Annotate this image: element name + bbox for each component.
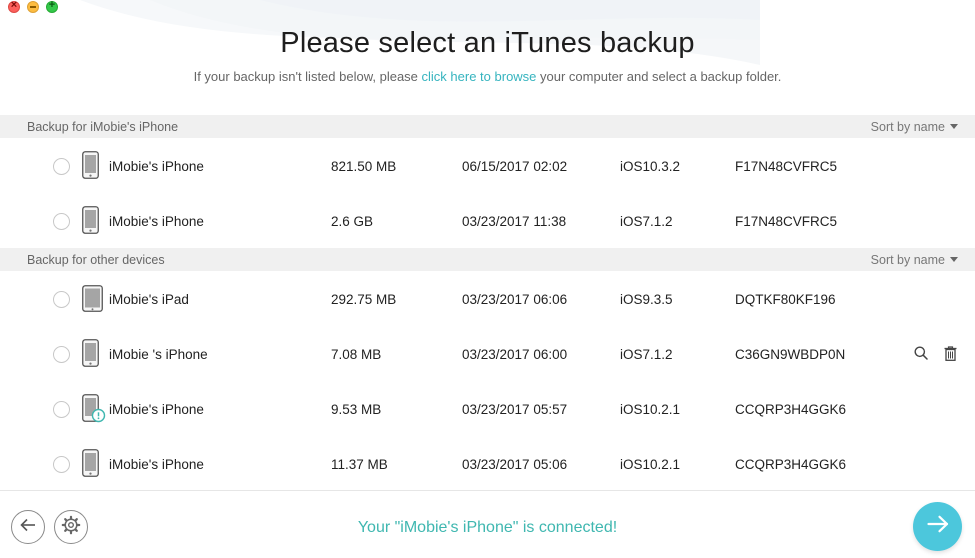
ios-version: iOS7.1.2 (620, 347, 673, 362)
maximize-window-button[interactable] (46, 0, 58, 13)
backup-size: 11.37 MB (331, 457, 388, 472)
serial-number: F17N48CVFRC5 (735, 159, 838, 174)
backup-row[interactable]: iMobie's iPhone 2.6 GB 03/23/2017 11:38 … (0, 194, 975, 249)
iphone-icon (82, 206, 99, 237)
serial-number: CCQRP3H4GGK6 (735, 402, 847, 417)
ios-version: iOS10.2.1 (620, 457, 681, 472)
section-header-current-device: Backup for iMobie's iPhone Sort by name (0, 115, 975, 138)
minimize-window-button[interactable] (27, 1, 39, 13)
page-title: Please select an iTunes backup (280, 27, 695, 59)
ios-version: iOS10.3.2 (620, 159, 681, 174)
backup-row[interactable]: iMobie's iPhone 11.37 MB 03/23/2017 05:0… (0, 437, 975, 492)
search-icon[interactable] (914, 346, 928, 363)
footer-divider (0, 490, 975, 491)
backup-row[interactable]: iMobie's iPhone 821.50 MB 06/15/2017 02:… (0, 139, 975, 194)
backup-radio[interactable] (53, 401, 70, 418)
backup-date: 03/23/2017 06:06 (462, 292, 568, 307)
ipad-icon (82, 284, 103, 315)
backup-date: 03/23/2017 05:06 (462, 457, 568, 472)
backup-date: 03/23/2017 11:38 (462, 214, 567, 229)
connection-status: Your "iMobie's iPhone" is connected! (357, 519, 618, 536)
backup-size: 2.6 GB (331, 214, 374, 229)
window-controls (8, 0, 58, 13)
sort-label: Sort by name (870, 252, 945, 267)
subtitle-text-before: If your backup isn't listed below, pleas… (193, 69, 422, 84)
iphone-encrypted-icon (82, 393, 106, 426)
backup-radio[interactable] (53, 213, 70, 230)
sort-dropdown[interactable]: Sort by name (871, 253, 958, 267)
backup-radio[interactable] (53, 291, 70, 308)
backup-size: 292.75 MB (331, 292, 397, 307)
serial-number: C36GN9WBDP0N (735, 347, 846, 362)
device-name: iMobie's iPad (109, 292, 189, 307)
device-name: iMobie 's iPhone (109, 347, 208, 362)
device-name: iMobie's iPhone (109, 159, 204, 174)
backup-date: 06/15/2017 02:02 (462, 159, 568, 174)
ios-version: iOS7.1.2 (620, 214, 673, 229)
backup-row[interactable]: iMobie 's iPhone 7.08 MB 03/23/2017 06:0… (0, 327, 975, 382)
device-name: iMobie's iPhone (109, 457, 204, 472)
section-title: Backup for iMobie's iPhone (27, 119, 179, 134)
arrow-right-icon (926, 515, 949, 538)
backup-date: 03/23/2017 06:00 (462, 347, 568, 362)
ios-version: iOS9.3.5 (620, 292, 673, 307)
backup-size: 7.08 MB (331, 347, 382, 362)
close-window-button[interactable] (8, 0, 20, 13)
device-name: iMobie's iPhone (109, 214, 204, 229)
iphone-icon (82, 339, 99, 370)
serial-number: DQTKF80KF196 (735, 292, 836, 307)
backup-radio[interactable] (53, 346, 70, 363)
row-actions (914, 345, 957, 364)
subtitle-text-after: your computer and select a backup folder… (536, 69, 782, 84)
serial-number: F17N48CVFRC5 (735, 214, 838, 229)
backup-date: 03/23/2017 05:57 (462, 402, 568, 417)
backup-size: 9.53 MB (331, 402, 382, 417)
sort-label: Sort by name (870, 119, 945, 134)
backup-row[interactable]: iMobie's iPad 292.75 MB 03/23/2017 06:06… (0, 272, 975, 327)
section-title: Backup for other devices (27, 252, 165, 267)
sort-dropdown[interactable]: Sort by name (871, 120, 958, 134)
backup-radio[interactable] (53, 158, 70, 175)
caret-down-icon (950, 124, 958, 129)
iphone-icon (82, 151, 99, 182)
device-name: iMobie's iPhone (109, 402, 204, 417)
browse-link[interactable]: click here to browse (422, 69, 537, 84)
backup-radio[interactable] (53, 456, 70, 473)
page-subtitle: If your backup isn't listed below, pleas… (0, 69, 975, 84)
iphone-icon (82, 449, 99, 480)
backup-row[interactable]: iMobie's iPhone 9.53 MB 03/23/2017 05:57… (0, 382, 975, 437)
section-header-other-devices: Backup for other devices Sort by name (0, 248, 975, 271)
serial-number: CCQRP3H4GGK6 (735, 457, 847, 472)
backup-size: 821.50 MB (331, 159, 397, 174)
next-button[interactable] (913, 502, 962, 551)
caret-down-icon (950, 257, 958, 262)
ios-version: iOS10.2.1 (620, 402, 681, 417)
trash-icon[interactable] (944, 345, 957, 364)
